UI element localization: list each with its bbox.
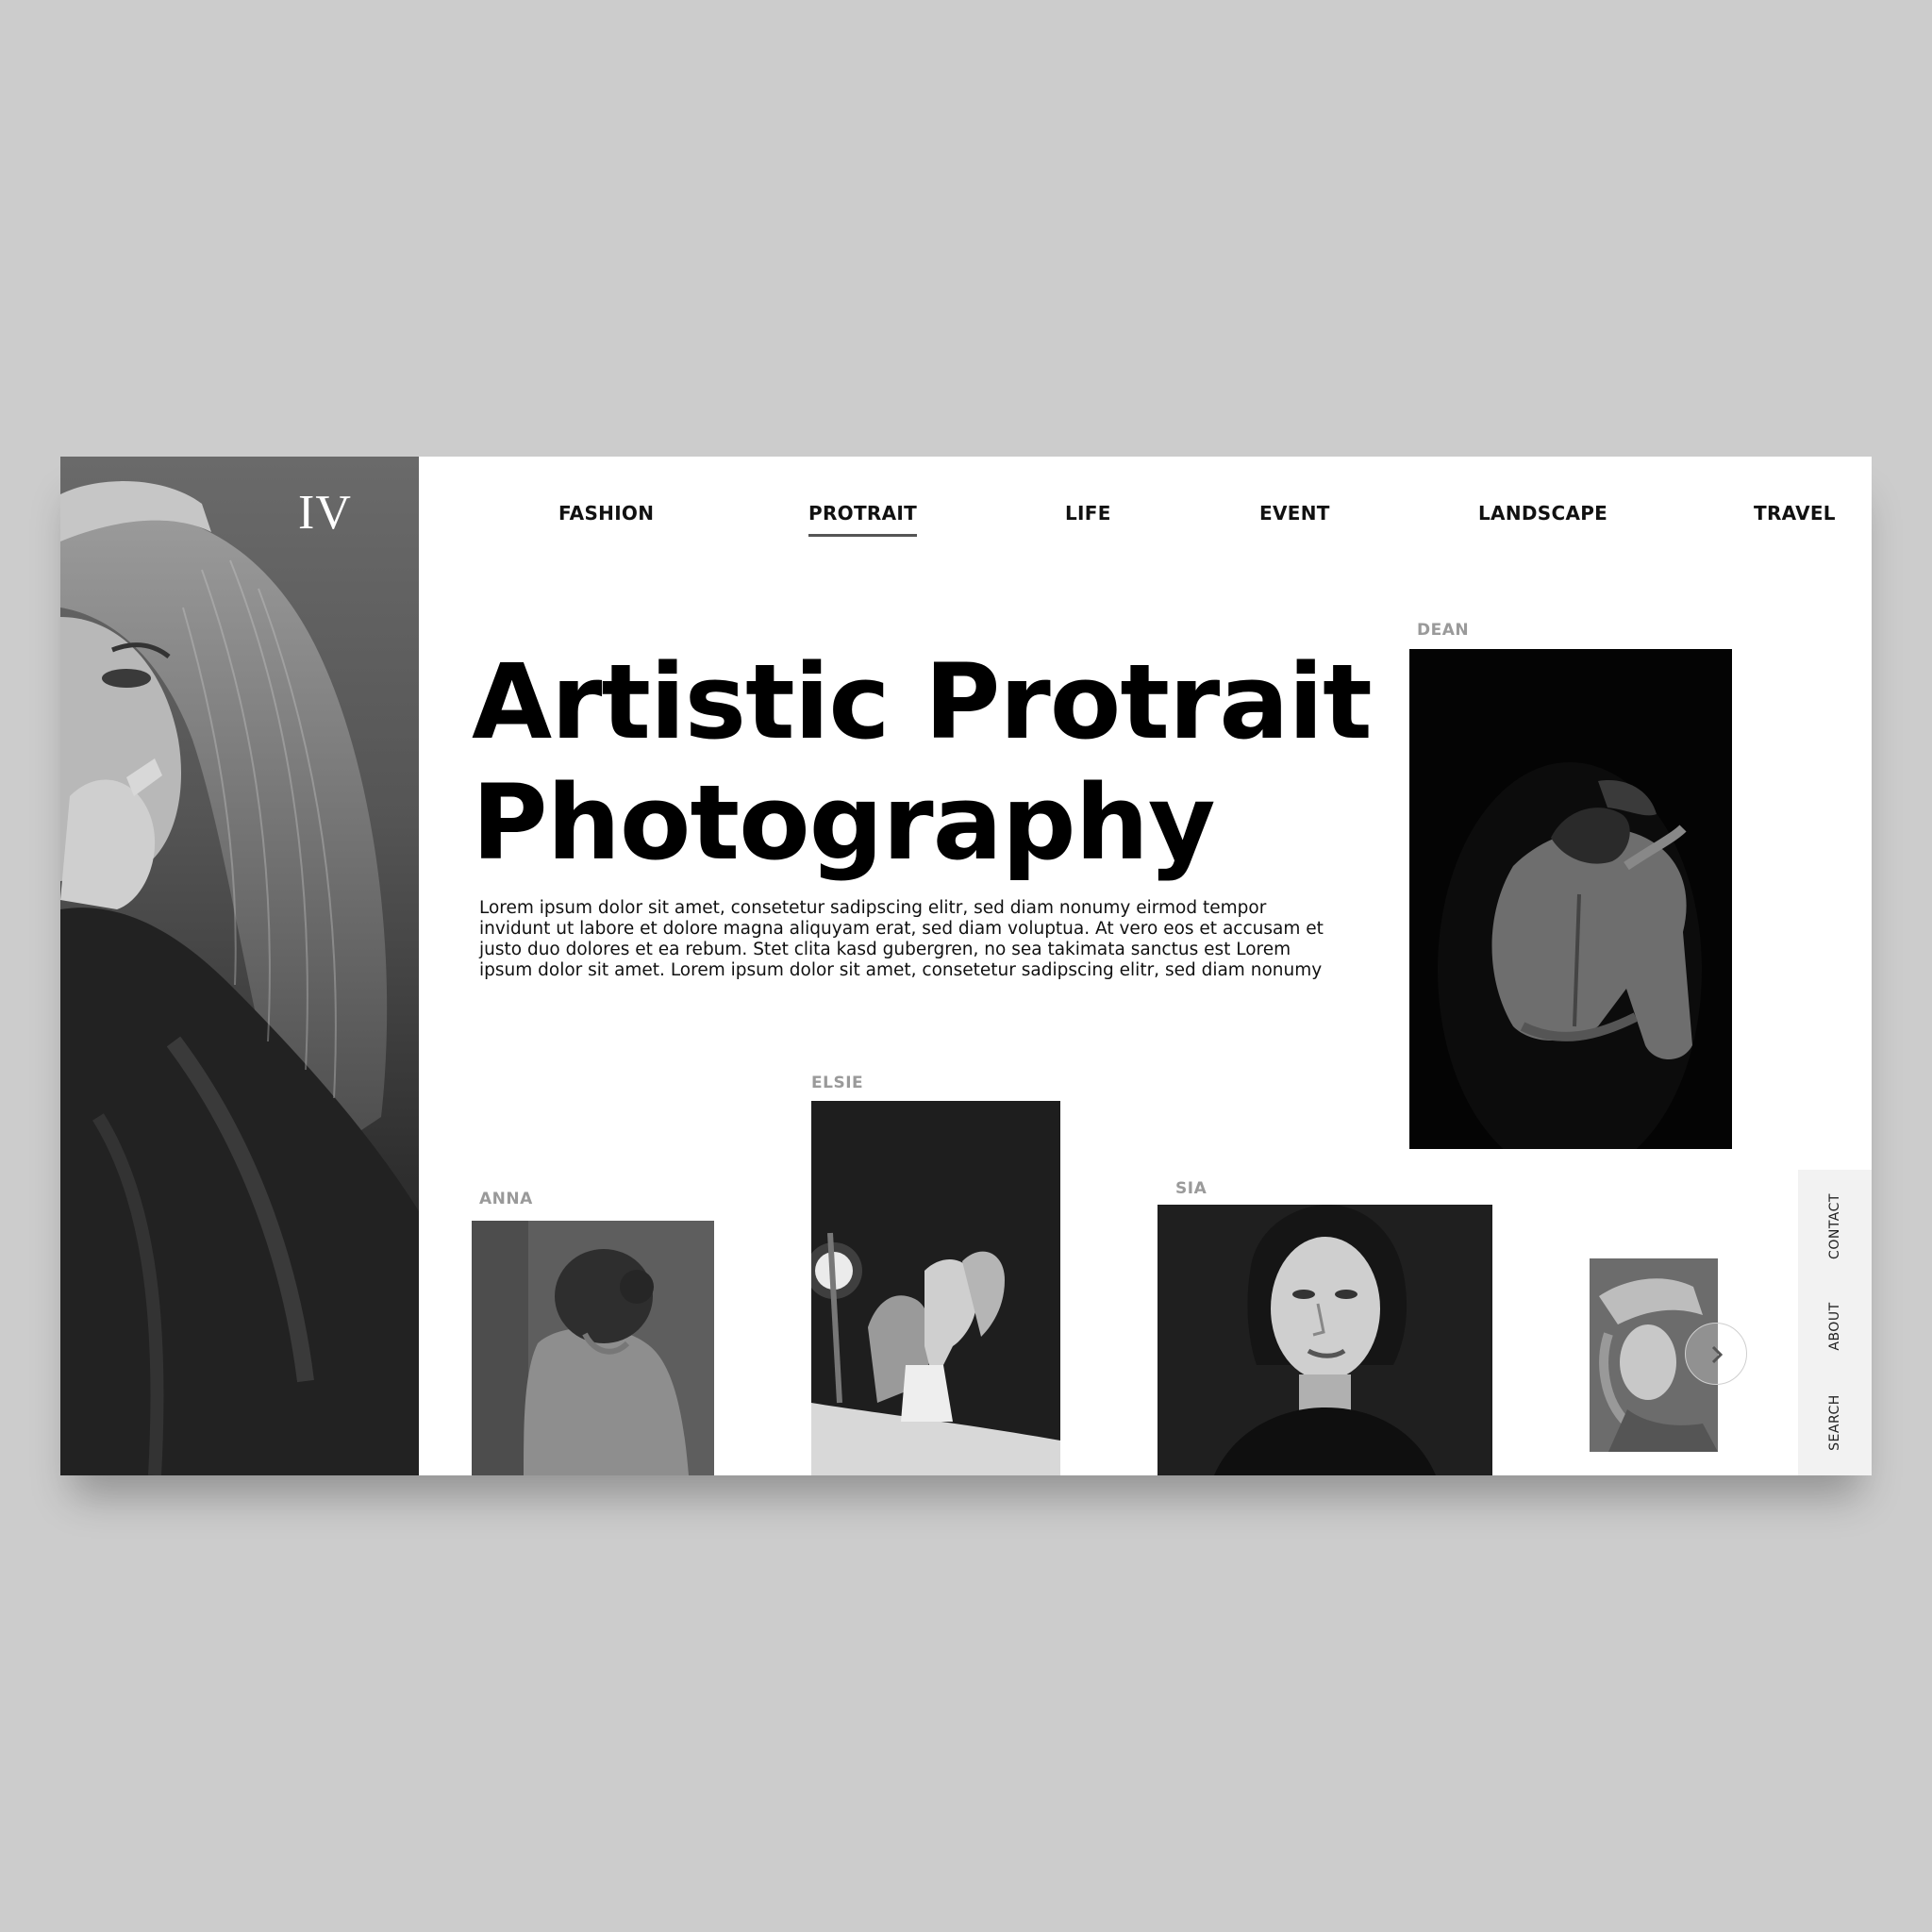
nav-travel[interactable]: TRAVEL [1754, 502, 1836, 525]
photo-elsie-illustration [811, 1101, 1060, 1475]
photo-anna-illustration [472, 1221, 714, 1475]
nav-fashion[interactable]: FASHION [558, 502, 654, 525]
intro-paragraph: Lorem ipsum dolor sit amet, consetetur s… [479, 898, 1324, 980]
side-menu: CONTACT ABOUT SEARCH [1798, 1170, 1872, 1475]
gallery-label-elsie: ELSIE [811, 1074, 864, 1092]
nav-protrait[interactable]: PROTRAIT [808, 502, 918, 537]
page-title: Artistic Protrait Photography [472, 641, 1415, 883]
nav-landscape[interactable]: LANDSCAPE [1478, 502, 1607, 525]
page-frame: IV FASHION PROTRAIT LIFE EVENT LANDSCAPE… [60, 457, 1872, 1475]
gallery-label-dean: DEAN [1417, 621, 1470, 640]
chevron-right-icon [1711, 1345, 1724, 1364]
hero-portrait-image: IV [60, 457, 419, 1475]
photo-sia[interactable] [1158, 1205, 1492, 1475]
page-title-line1: Artistic Protrait [472, 641, 1373, 762]
top-navigation: FASHION PROTRAIT LIFE EVENT LANDSCAPE TR… [419, 457, 1872, 551]
photo-sia-illustration [1158, 1205, 1492, 1475]
page-title-line2: Photography [472, 762, 1216, 883]
photo-dean-illustration [1409, 649, 1732, 1149]
brand-logo[interactable]: IV [298, 485, 352, 541]
gallery-label-sia: SIA [1175, 1179, 1208, 1198]
nav-life[interactable]: LIFE [1065, 502, 1111, 525]
side-link-search[interactable]: SEARCH [1827, 1394, 1842, 1451]
nav-event[interactable]: EVENT [1259, 502, 1330, 525]
side-link-about[interactable]: ABOUT [1827, 1302, 1842, 1350]
gallery-label-anna: ANNA [479, 1190, 533, 1208]
hero-portrait-illustration [60, 481, 419, 1475]
side-link-contact[interactable]: CONTACT [1827, 1193, 1842, 1259]
next-button[interactable] [1685, 1323, 1747, 1385]
photo-elsie[interactable] [811, 1101, 1060, 1475]
photo-dean[interactable] [1409, 649, 1732, 1149]
photo-anna[interactable] [472, 1221, 714, 1475]
